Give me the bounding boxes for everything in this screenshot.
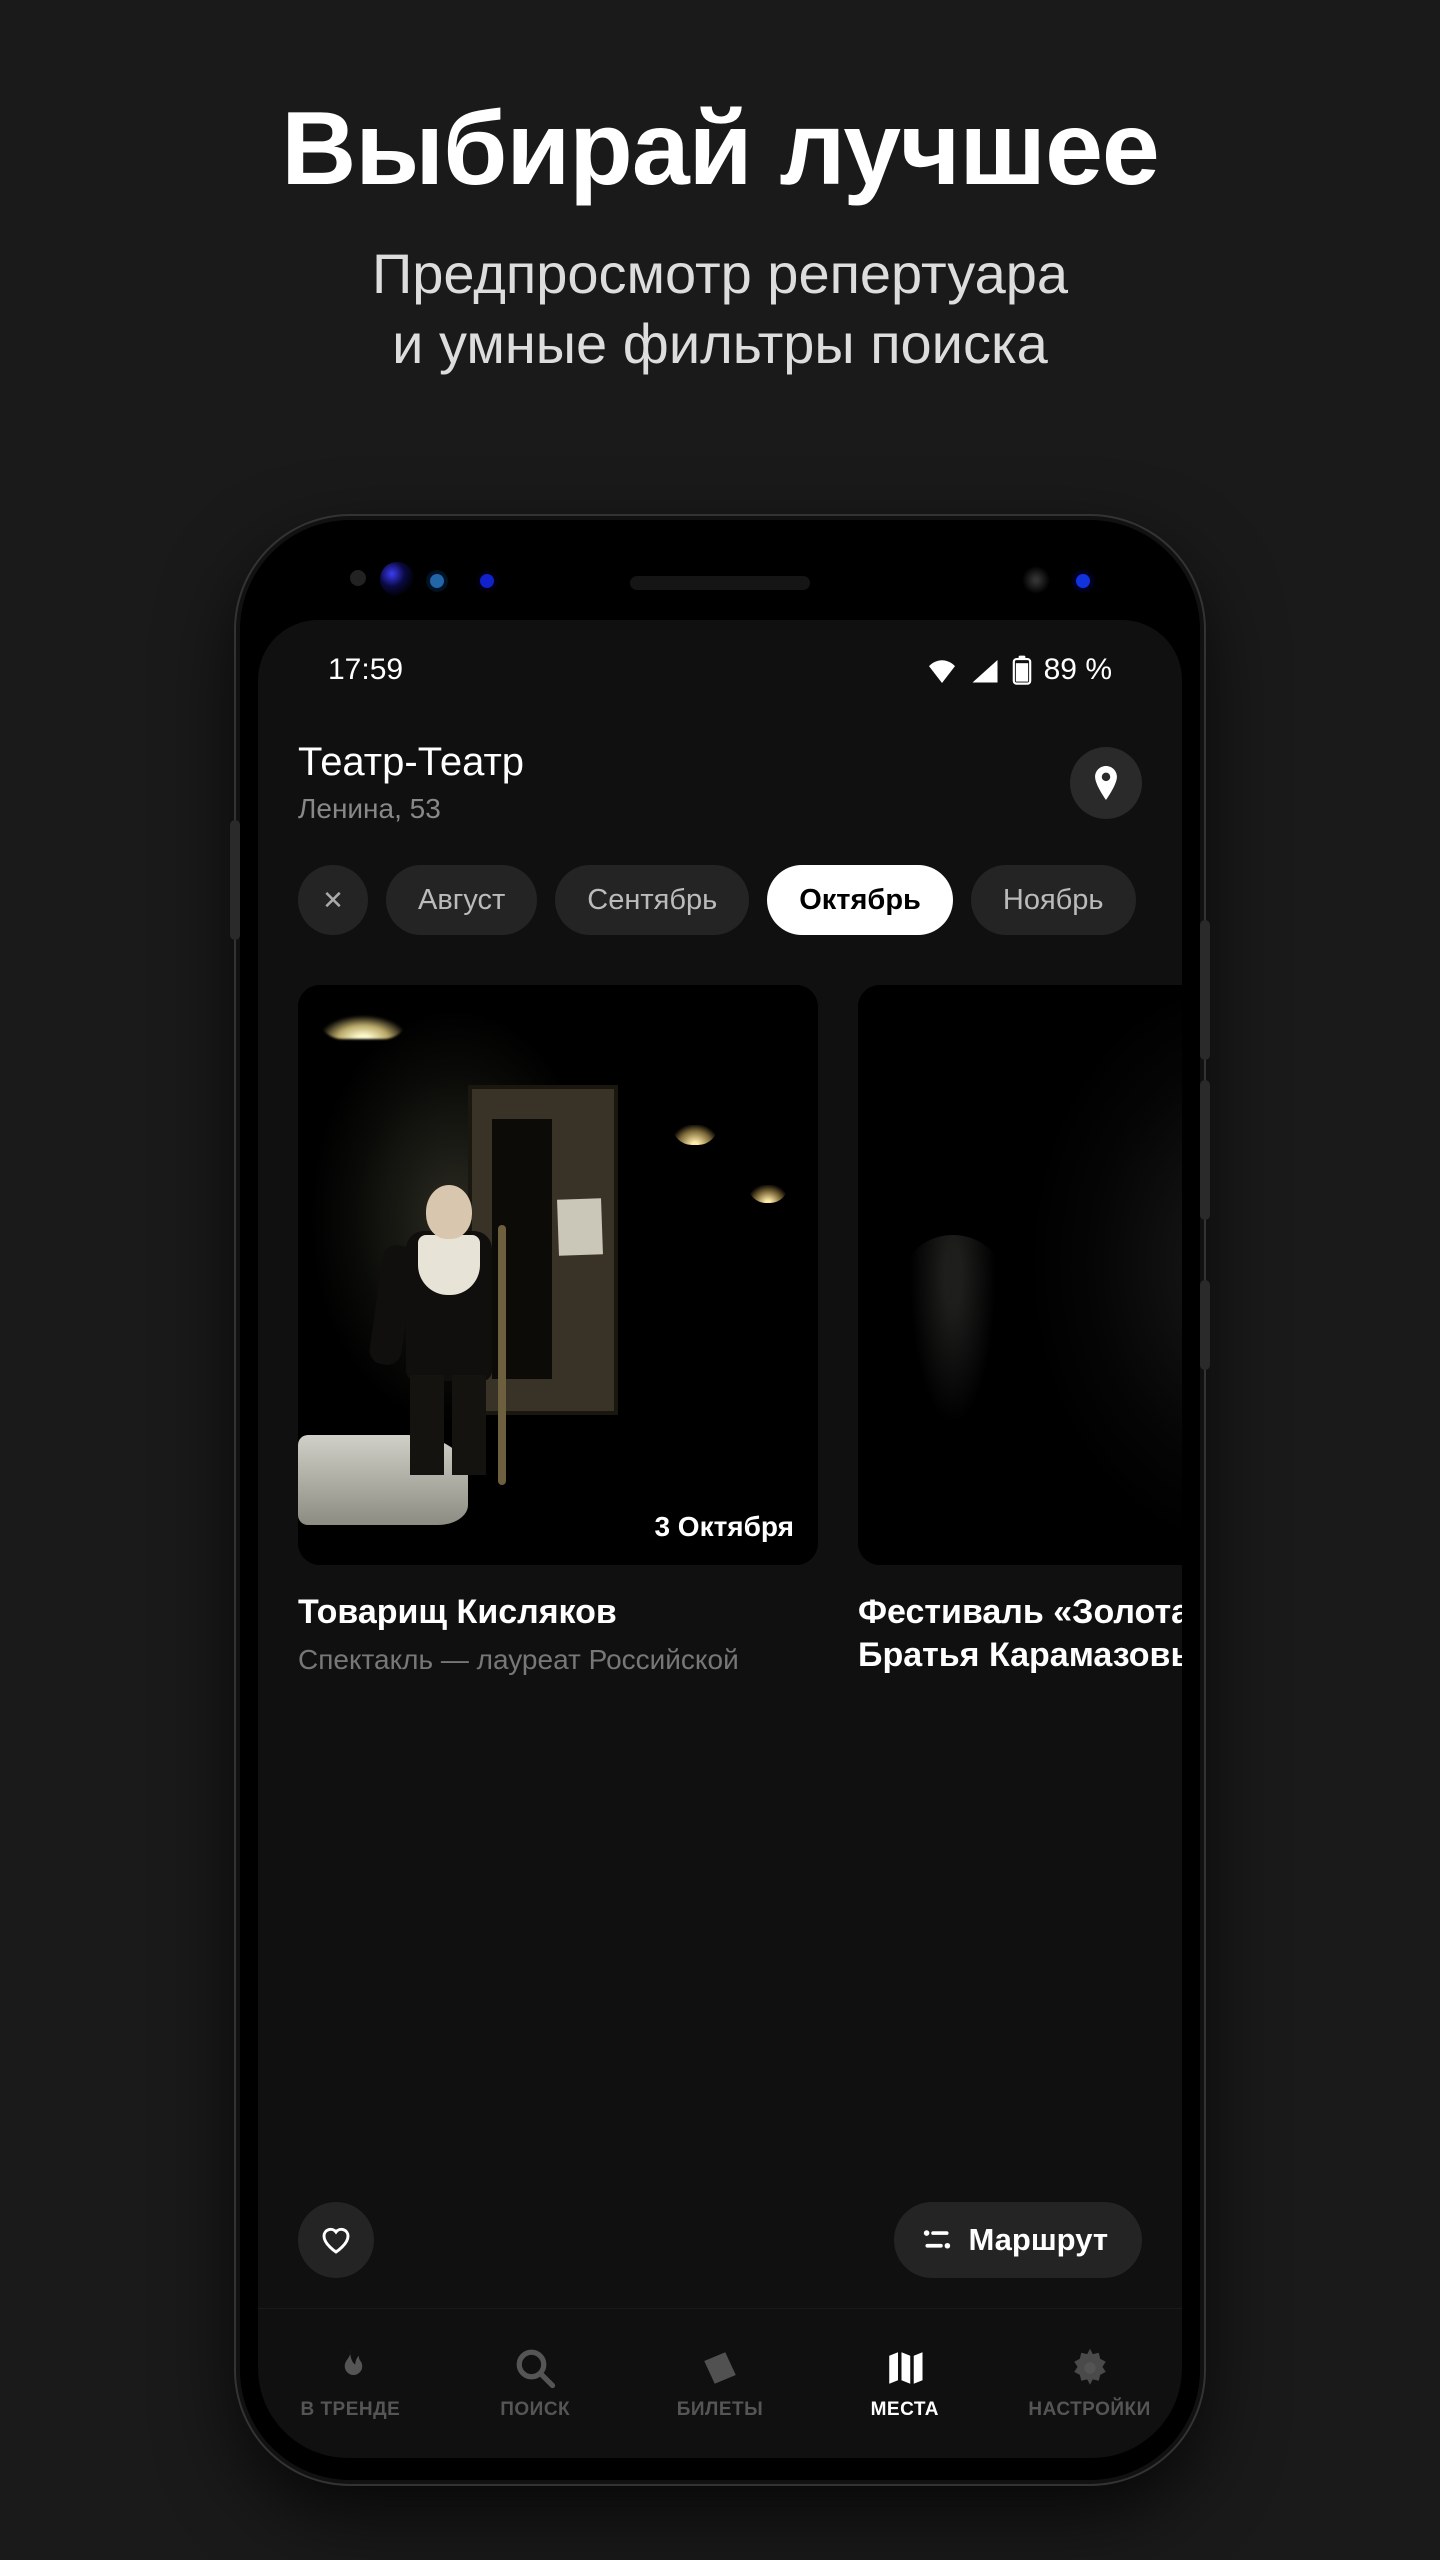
promo-title: Выбирай лучшее [0, 90, 1440, 209]
route-icon [922, 2227, 952, 2253]
route-label: Маршрут [968, 2222, 1108, 2258]
ticket-icon [699, 2347, 741, 2389]
month-chip-aug[interactable]: Август [386, 865, 537, 935]
signal-icon [970, 657, 1000, 683]
event-card[interactable]: 7 О Фестиваль «Золотая Маска». Братья Ка… [858, 985, 1182, 2202]
wifi-icon [926, 657, 958, 683]
bottom-nav: В ТРЕНДЕ ПОИСК БИЛЕТЫ МЕСТА НАСТРОЙКИ [258, 2308, 1182, 2458]
month-filter-chips: ✕ Август Сентябрь Октябрь Ноябрь [258, 835, 1182, 955]
favorite-button[interactable] [298, 2202, 374, 2278]
route-button[interactable]: Маршрут [894, 2202, 1142, 2278]
month-chip-oct[interactable]: Октябрь [767, 865, 953, 935]
flame-icon [329, 2347, 371, 2389]
event-title: Товарищ Кисляков [298, 1591, 818, 1634]
month-chip-sep[interactable]: Сентябрь [555, 865, 749, 935]
month-chip-nov[interactable]: Ноябрь [971, 865, 1136, 935]
phone-side-button [1200, 920, 1210, 1060]
nav-label: БИЛЕТЫ [677, 2399, 764, 2421]
event-title: Фестиваль «Золотая Маска». Братья Карама… [858, 1591, 1182, 1676]
pin-icon [1091, 766, 1121, 800]
phone-screen: 17:59 89 % Театр-Театр Ленина, 53 [258, 620, 1182, 2458]
phone-sensor [430, 574, 444, 588]
status-bar: 17:59 89 % [258, 620, 1182, 720]
phone-camera [1022, 566, 1050, 594]
phone-frame: 17:59 89 % Театр-Театр Ленина, 53 [240, 520, 1200, 2480]
status-battery: 89 % [1044, 653, 1112, 687]
nav-trending[interactable]: В ТРЕНДЕ [258, 2309, 443, 2458]
venue-address: Ленина, 53 [298, 793, 1070, 825]
nav-label: ПОИСК [500, 2399, 570, 2421]
promo-subtitle: Предпросмотр репертуара и умные фильтры … [0, 239, 1440, 379]
event-date: 3 Октября [654, 1511, 794, 1543]
phone-side-button [1200, 1280, 1210, 1370]
close-icon: ✕ [322, 885, 344, 916]
phone-sensor [380, 562, 414, 596]
event-image: 7 О [858, 985, 1182, 1565]
phone-sensor [350, 570, 366, 586]
venue-title: Театр-Театр [298, 740, 1070, 785]
event-cards[interactable]: 3 Октября Товарищ Кисляков Спектакль — л… [258, 955, 1182, 2202]
event-subtitle: Спектакль — лауреат Российской [298, 1644, 818, 1676]
search-icon [514, 2347, 556, 2389]
action-row: Маршрут [258, 2202, 1182, 2308]
nav-places[interactable]: МЕСТА [812, 2309, 997, 2458]
nav-label: НАСТРОЙКИ [1028, 2399, 1150, 2421]
map-icon [884, 2347, 926, 2389]
page-header: Театр-Театр Ленина, 53 [258, 720, 1182, 835]
heart-icon [320, 2225, 352, 2255]
battery-icon [1012, 655, 1032, 685]
promo-banner: Выбирай лучшее Предпросмотр репертуара и… [0, 0, 1440, 379]
close-filter-chip[interactable]: ✕ [298, 865, 368, 935]
nav-label: МЕСТА [871, 2399, 939, 2421]
phone-sensor [1076, 574, 1090, 588]
phone-speaker [630, 576, 810, 590]
phone-side-button [230, 820, 240, 940]
phone-sensor [480, 574, 494, 588]
gear-icon [1069, 2347, 1111, 2389]
event-card[interactable]: 3 Октября Товарищ Кисляков Спектакль — л… [298, 985, 818, 2202]
nav-settings[interactable]: НАСТРОЙКИ [997, 2309, 1182, 2458]
phone-side-button [1200, 1080, 1210, 1220]
event-image: 3 Октября [298, 985, 818, 1565]
status-time: 17:59 [328, 653, 403, 687]
map-pin-button[interactable] [1070, 747, 1142, 819]
nav-label: В ТРЕНДЕ [300, 2399, 400, 2421]
nav-tickets[interactable]: БИЛЕТЫ [628, 2309, 813, 2458]
nav-search[interactable]: ПОИСК [443, 2309, 628, 2458]
